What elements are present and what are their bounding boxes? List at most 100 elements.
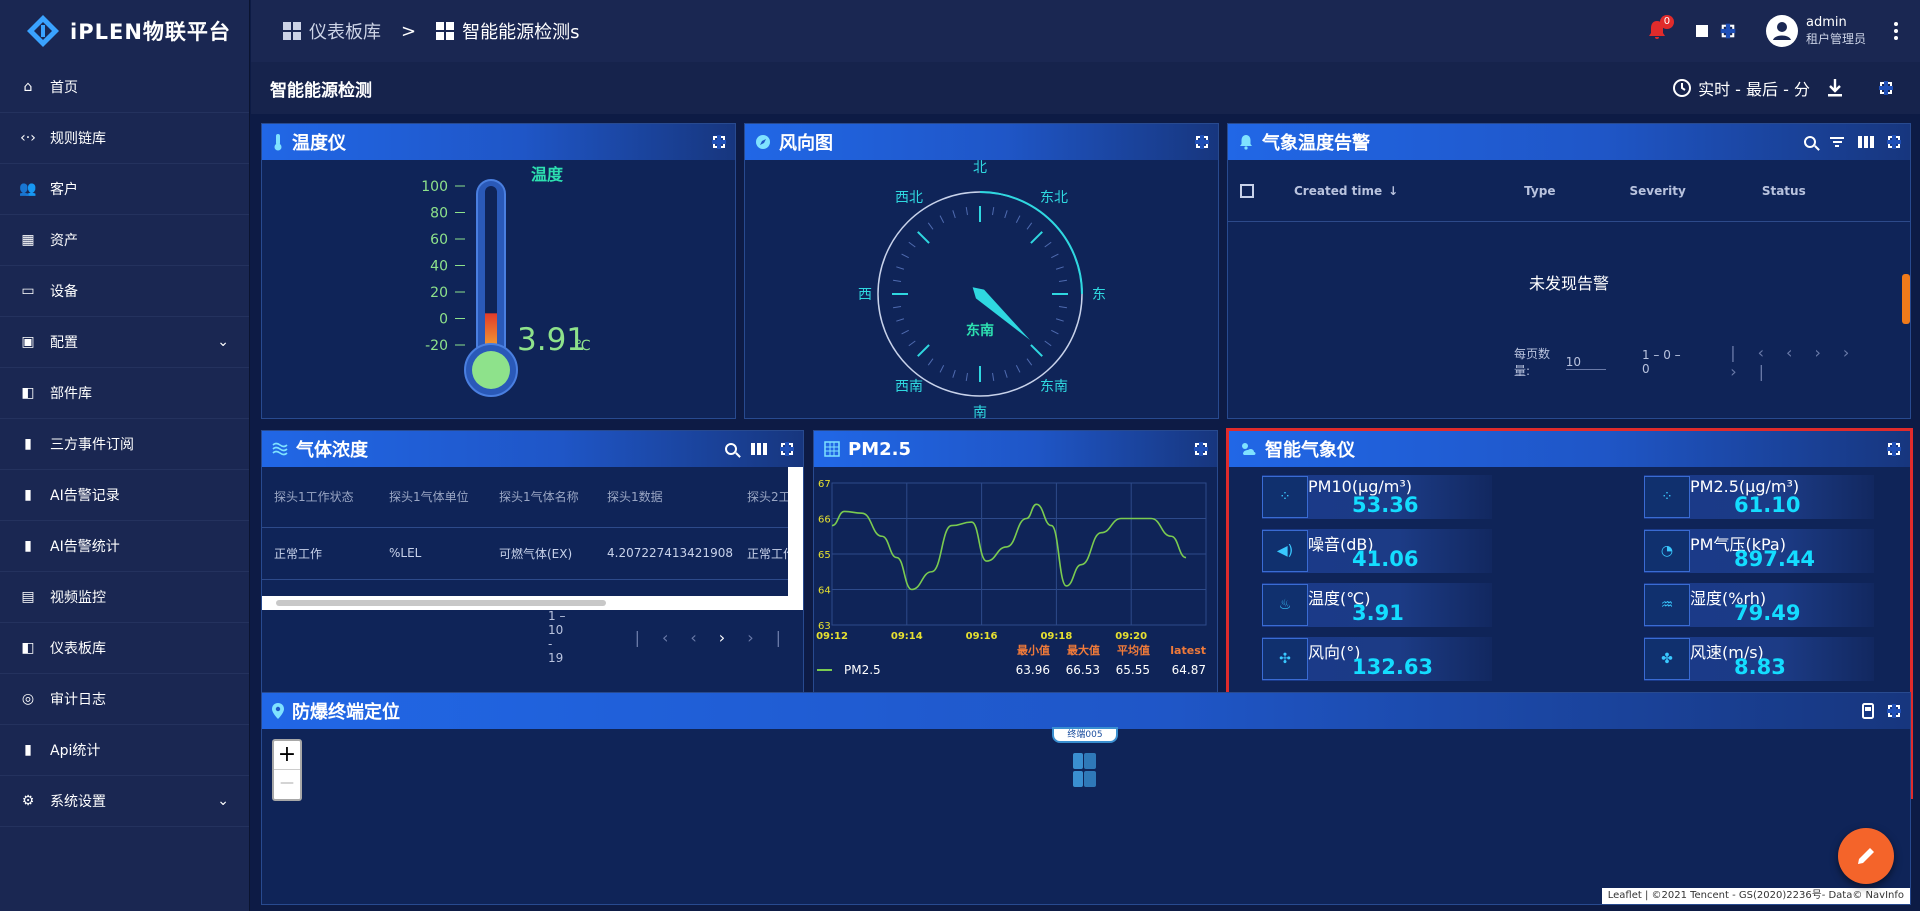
- fullscreen-icon[interactable]: [1887, 704, 1901, 718]
- widget-header: 风向图: [745, 124, 1218, 160]
- legend-col-max: 最大值: [1067, 643, 1100, 657]
- sidebar-item[interactable]: ▮ 三方事件订阅: [0, 419, 249, 470]
- widget-title: 温度仪: [292, 133, 346, 154]
- avatar: [1765, 15, 1798, 47]
- terminal-marker-icon[interactable]: [1070, 751, 1100, 789]
- sidebar-item-label: 规则链库: [50, 131, 106, 147]
- sidebar-item[interactable]: ⚙ 系统设置 ⌄: [0, 776, 249, 827]
- fullscreen-icon[interactable]: [712, 135, 726, 149]
- col-created-time[interactable]: Created time: [1294, 184, 1382, 198]
- columns-icon[interactable]: [1858, 136, 1874, 148]
- sidebar-item[interactable]: ⌂ 首页: [0, 62, 249, 113]
- sidebar-item[interactable]: ◎ 审计日志: [0, 674, 249, 725]
- waves-icon: [272, 442, 288, 456]
- table-row[interactable]: 正常工作 %LEL 可燃气体(EX) 4.207227413421908 正常工作: [262, 527, 803, 579]
- chevron-down-icon[interactable]: ⌄: [217, 334, 229, 350]
- compass-tick: [1026, 358, 1033, 366]
- sidebar-item[interactable]: ◧ 部件库: [0, 368, 249, 419]
- columns-icon[interactable]: [751, 443, 767, 455]
- dashboards-icon: [283, 22, 301, 40]
- sidebar-item[interactable]: ▮ AI告警统计: [0, 521, 249, 572]
- gas-col-header[interactable]: 探头1工作状态: [262, 467, 377, 527]
- fullscreen-icon[interactable]: [1887, 135, 1901, 149]
- user-menu[interactable]: admin 租户管理员: [1765, 15, 1866, 47]
- zoom-out-button[interactable]: —: [274, 770, 300, 799]
- fullscreen-icon[interactable]: [780, 442, 794, 456]
- widget-header: 气体浓度: [262, 431, 803, 467]
- stop-icon[interactable]: [1695, 25, 1708, 37]
- widget-title: 气象温度告警: [1262, 133, 1370, 154]
- gear-icon: ⚙: [21, 793, 35, 809]
- compass-icon: ✣: [1262, 638, 1308, 680]
- sidebar-item[interactable]: ▮ Api统计: [0, 725, 249, 776]
- fullscreen-icon[interactable]: [1887, 442, 1901, 456]
- search-icon[interactable]: [1804, 136, 1816, 148]
- code-icon: ‹·›: [20, 130, 36, 146]
- fullscreen-icon[interactable]: [1194, 442, 1208, 456]
- col-status[interactable]: Status: [1762, 184, 1806, 198]
- map-attribution[interactable]: Leaflet | ©2021 Tencent - GS(2020)2236号-…: [1601, 888, 1910, 904]
- y-tick-label: 65: [818, 550, 831, 561]
- page-size-select[interactable]: 10: [1565, 355, 1606, 370]
- sidebar-item[interactable]: ▭ 设备: [0, 266, 249, 317]
- sidebar-item[interactable]: ◧ 仪表板库: [0, 623, 249, 674]
- notifications-button[interactable]: 0: [1646, 15, 1674, 43]
- user-role: 租户管理员: [1805, 32, 1866, 46]
- gas-col-header[interactable]: 探头1气体名称: [487, 467, 595, 527]
- gas-col-header[interactable]: 探头1气体单位: [377, 467, 487, 527]
- zoom-in-button[interactable]: +: [274, 741, 300, 770]
- sidebar-item[interactable]: ▣ 配置 ⌄: [0, 317, 249, 368]
- page-nav-icons[interactable]: |‹‹›› ›|: [1730, 343, 1910, 381]
- horizontal-scrollbar[interactable]: [262, 596, 790, 610]
- col-severity[interactable]: Severity: [1629, 184, 1685, 198]
- sidebar-item[interactable]: 👥 客户: [0, 164, 249, 215]
- dashboard-icon: ▤: [21, 589, 35, 605]
- breadcrumb-dashboards[interactable]: 仪表板库: [283, 18, 381, 44]
- scrollbar-thumb[interactable]: [1902, 274, 1910, 324]
- widget-title: 防爆终端定位: [292, 702, 400, 723]
- more-vert-icon[interactable]: [1894, 22, 1898, 40]
- table-cell: 正常工作: [274, 546, 323, 561]
- fullscreen-icon[interactable]: [1195, 135, 1209, 149]
- widget-title: PM2.5: [848, 438, 911, 460]
- filter-icon[interactable]: [1830, 137, 1844, 147]
- chevron-down-icon[interactable]: ⌄: [217, 793, 229, 809]
- dir-ne: 东北: [1040, 190, 1068, 206]
- dir-n: 北: [973, 160, 987, 176]
- compass-tick: [1058, 279, 1067, 282]
- sidebar-item[interactable]: ‹·› 规则链库: [0, 113, 249, 164]
- sort-arrow-icon[interactable]: ↓: [1388, 184, 1398, 198]
- gas-col-header[interactable]: 探头1数据: [595, 467, 735, 527]
- fullscreen-icon[interactable]: [1879, 81, 1893, 95]
- zoom-control: + —: [272, 739, 302, 801]
- logo-icon: [26, 14, 60, 48]
- pencil-icon: [1858, 848, 1874, 864]
- weather-reading: ⁘ PM10(μg/m³) 53.36: [1262, 475, 1492, 519]
- devices-icon: ▭: [21, 283, 35, 299]
- app-name: iPLEN物联平台: [70, 20, 231, 44]
- sidebar-item[interactable]: ▦ 资产: [0, 215, 249, 266]
- thermometer-gauge: 温度 100806040200-20 3.91 ℃: [421, 165, 591, 397]
- device-icon[interactable]: [1862, 703, 1874, 719]
- legend-max: 66.53: [1066, 663, 1100, 677]
- dir-e: 东: [1092, 287, 1106, 303]
- fullscreen-icon[interactable]: [1720, 23, 1736, 39]
- search-icon[interactable]: [725, 443, 737, 455]
- sidebar-item[interactable]: ▤ 视频监控: [0, 572, 249, 623]
- app-logo[interactable]: iPLEN物联平台: [0, 0, 249, 62]
- weather-reading: ♨ 温度(℃) 3.91: [1262, 583, 1492, 627]
- alarm-widget: 气象温度告警 Created time ↓ Type Severity Stat…: [1227, 123, 1911, 419]
- download-icon[interactable]: [1826, 78, 1844, 98]
- vertical-scrollbar[interactable]: [788, 467, 803, 610]
- compass-tick: [1058, 306, 1067, 309]
- compass-tick: [1030, 344, 1043, 357]
- sidebar-item[interactable]: ▮ AI告警记录: [0, 470, 249, 521]
- page-nav-icons[interactable]: |‹‹››|: [635, 628, 803, 647]
- select-all-checkbox[interactable]: [1240, 183, 1254, 198]
- temperature-tick-label: -20: [425, 338, 448, 354]
- top-bar: 仪表板库 > 智能能源检测s 0 admin 租户管理员: [251, 0, 1920, 62]
- timewindow-button[interactable]: 实时 - 最后 - 分: [1672, 76, 1810, 100]
- edit-fab-button[interactable]: [1838, 828, 1894, 884]
- weather-reading: ✣ 风向(°) 132.63: [1262, 637, 1492, 681]
- col-type[interactable]: Type: [1524, 184, 1555, 198]
